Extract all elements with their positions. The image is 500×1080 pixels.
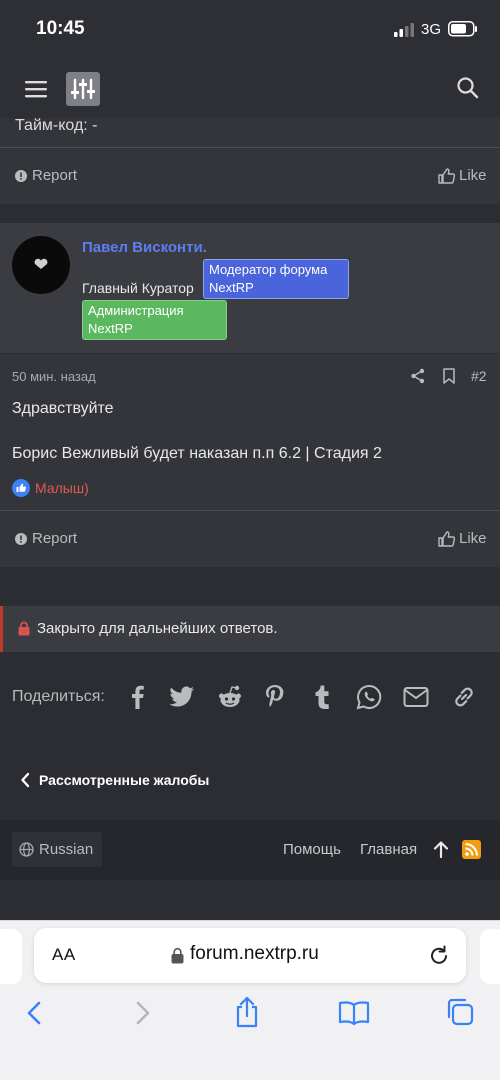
footer-help-link[interactable]: Помощь bbox=[283, 841, 341, 858]
divider bbox=[0, 510, 500, 511]
share-label: Поделиться: bbox=[12, 688, 105, 705]
post-1-text: Тайм-код: - bbox=[15, 118, 98, 134]
language-label: Russian bbox=[39, 841, 94, 858]
like-button[interactable]: Like bbox=[438, 530, 487, 547]
back-link[interactable]: Рассмотренные жалобы bbox=[20, 772, 209, 788]
lock-icon bbox=[18, 621, 30, 636]
post-1: Тайм-код: - Report Like bbox=[0, 118, 500, 204]
thumbs-up-icon bbox=[438, 530, 455, 547]
bookmarks-icon[interactable] bbox=[338, 1000, 370, 1026]
status-time: 10:45 bbox=[36, 18, 85, 39]
moderator-banner-line2: NextRP bbox=[209, 280, 254, 295]
moderator-banner-line1: Модератор форума bbox=[209, 262, 328, 277]
forward-icon[interactable] bbox=[134, 1000, 152, 1026]
url-text[interactable]: forum.nextrp.ru bbox=[190, 943, 319, 965]
footer: Russian Помощь Главная bbox=[0, 820, 500, 880]
report-label: Report bbox=[32, 530, 78, 547]
like-label: Like bbox=[459, 530, 487, 547]
admin-banner: Администрация NextRP bbox=[82, 300, 227, 340]
signal-icon bbox=[394, 23, 414, 37]
back-icon[interactable] bbox=[25, 1000, 43, 1026]
avatar[interactable] bbox=[12, 236, 70, 294]
post-time[interactable]: 50 мин. назад bbox=[12, 369, 96, 384]
back-link-label: Рассмотренные жалобы bbox=[39, 772, 210, 788]
like-label: Like bbox=[459, 167, 487, 184]
reactions-bar[interactable]: Малыш) bbox=[12, 479, 89, 497]
arrow-up-icon[interactable] bbox=[433, 840, 449, 858]
email-icon[interactable] bbox=[403, 686, 429, 708]
moderator-banner: Модератор форума NextRP bbox=[203, 259, 349, 299]
search-icon[interactable] bbox=[456, 76, 480, 100]
divider bbox=[0, 147, 500, 148]
rss-icon[interactable] bbox=[462, 840, 481, 859]
site-logo-icon[interactable] bbox=[66, 72, 100, 106]
like-button[interactable]: Like bbox=[438, 167, 487, 184]
closed-notice: Закрыто для дальнейших ответов. bbox=[0, 606, 500, 652]
status-bar: 10:45 3G bbox=[0, 0, 500, 60]
link-icon[interactable] bbox=[451, 684, 477, 710]
user-title: Главный Куратор bbox=[82, 280, 194, 296]
pinterest-icon[interactable] bbox=[264, 684, 286, 710]
thumbs-up-icon bbox=[438, 167, 455, 184]
username[interactable]: Павел Висконти. bbox=[82, 239, 207, 256]
reaction-user[interactable]: Малыш) bbox=[35, 480, 89, 496]
facebook-icon[interactable] bbox=[127, 684, 147, 710]
admin-banner-line1: Администрация bbox=[88, 303, 184, 318]
post-text: Борис Вежливый будет наказан п.п 6.2 | С… bbox=[12, 445, 382, 462]
forum-header bbox=[0, 60, 500, 118]
reddit-icon[interactable] bbox=[217, 684, 243, 710]
share-sheet-icon[interactable] bbox=[234, 996, 260, 1028]
post-2-body: 50 мин. назад #2 Здравствуйте Борис Вежл… bbox=[0, 354, 500, 567]
share-icon[interactable] bbox=[410, 368, 426, 384]
twitter-icon[interactable] bbox=[169, 686, 195, 708]
post-2-user-block: Павел Висконти. Главный Куратор Модерато… bbox=[0, 223, 500, 353]
network-type: 3G bbox=[421, 21, 442, 38]
tumblr-icon[interactable] bbox=[313, 684, 331, 710]
post-greeting: Здравствуйте bbox=[12, 400, 114, 417]
post-number[interactable]: #2 bbox=[471, 368, 487, 384]
tabs-icon[interactable] bbox=[445, 997, 475, 1027]
previous-tab-edge[interactable] bbox=[0, 929, 22, 984]
lock-icon bbox=[171, 947, 184, 964]
next-tab-edge[interactable] bbox=[480, 929, 500, 984]
whatsapp-icon[interactable] bbox=[356, 684, 382, 710]
alert-icon bbox=[15, 532, 27, 545]
report-label: Report bbox=[32, 167, 78, 184]
text-size-button[interactable]: AA bbox=[52, 945, 76, 965]
menu-icon[interactable] bbox=[25, 79, 49, 99]
like-reaction-icon bbox=[12, 479, 30, 497]
admin-banner-line2: NextRP bbox=[88, 321, 133, 336]
chevron-left-icon bbox=[21, 772, 30, 788]
reload-icon[interactable] bbox=[429, 945, 449, 966]
footer-home-link[interactable]: Главная bbox=[360, 841, 417, 858]
globe-icon bbox=[19, 842, 34, 857]
closed-notice-text: Закрыто для дальнейших ответов. bbox=[37, 620, 278, 637]
alert-icon bbox=[15, 169, 27, 182]
report-button[interactable]: Report bbox=[15, 167, 77, 184]
address-bar[interactable]: AA forum.nextrp.ru bbox=[34, 928, 466, 983]
report-button[interactable]: Report bbox=[15, 530, 77, 547]
language-chooser[interactable]: Russian bbox=[12, 832, 102, 867]
battery-icon bbox=[448, 21, 477, 37]
bookmark-icon[interactable] bbox=[442, 368, 456, 384]
